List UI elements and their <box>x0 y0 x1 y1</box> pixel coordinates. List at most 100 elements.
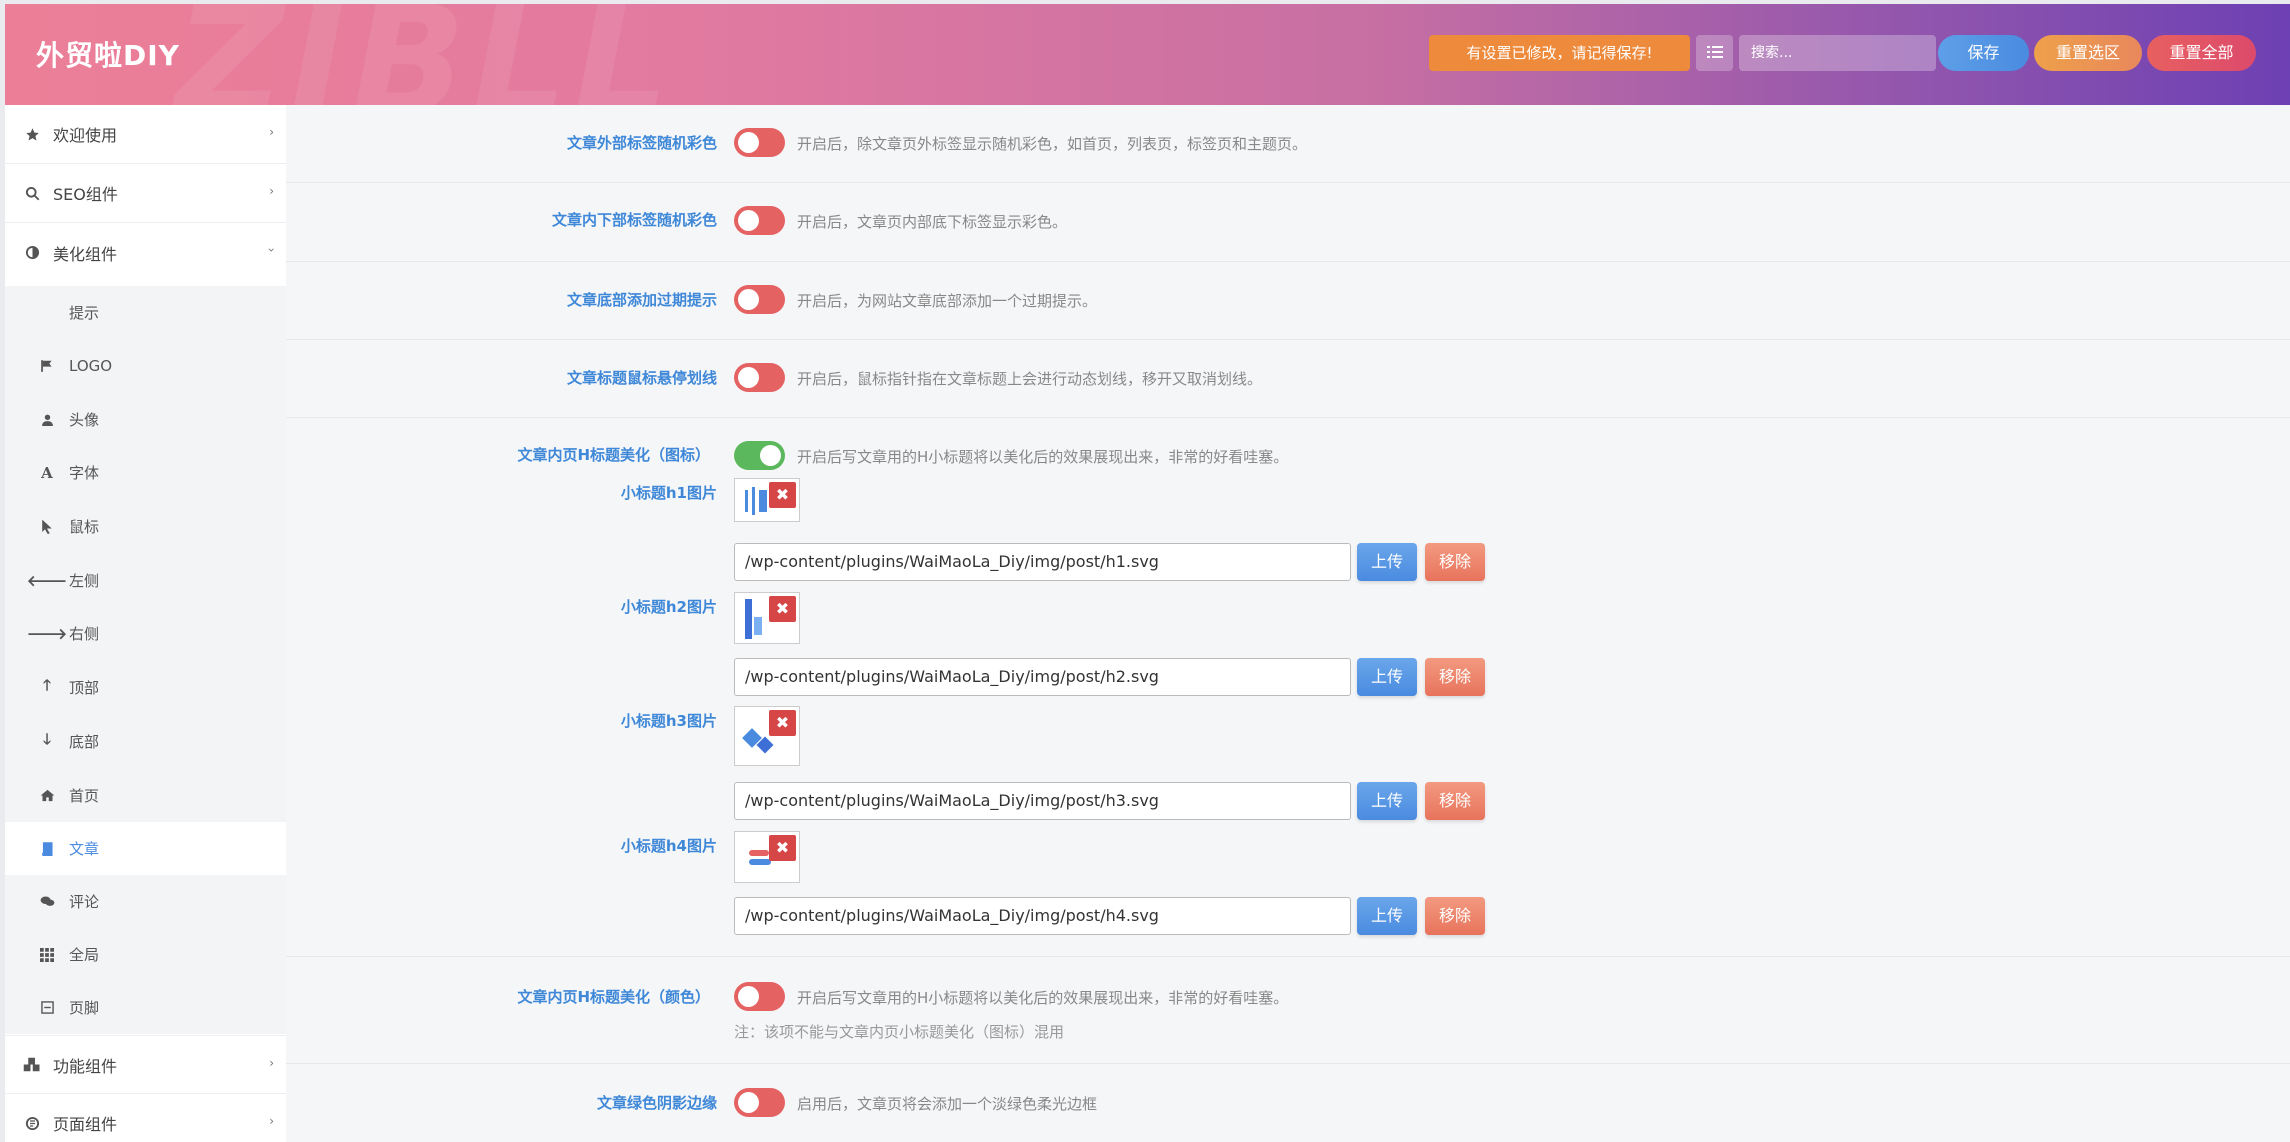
upload-button[interactable]: 上传 <box>1357 543 1417 581</box>
image-path-input[interactable]: /wp-content/plugins/WaiMaoLa_Diy/img/pos… <box>734 543 1351 581</box>
sidebar-submenu: 提示 LOGO 头像 A 字体 鼠标 🡐 左侧 🡒 右侧 🡑 顶部 🡓 底部 首页 <box>5 286 286 822</box>
image-path-input[interactable]: /wp-content/plugins/WaiMaoLa_Diy/img/pos… <box>734 782 1351 820</box>
sidebar-sub-avatar[interactable]: 头像 <box>5 393 286 446</box>
reset-all-button[interactable]: 重置全部 <box>2147 35 2256 71</box>
grid-icon <box>38 947 56 962</box>
sidebar-sub-label: 评论 <box>69 893 100 911</box>
search-input[interactable] <box>1739 35 1936 71</box>
sidebar-sub-label: 全局 <box>69 946 100 964</box>
sidebar-item-beautify[interactable]: 美化组件 › <box>5 223 286 282</box>
upload-button[interactable]: 上传 <box>1357 897 1417 935</box>
setting-label: 文章绿色阴影边缘 <box>596 1094 717 1112</box>
setting-row: 文章内页H标题美化（颜色） 开启后写文章用的H小标题将以美化后的效果展现出来，非… <box>286 957 2290 1064</box>
arrow-right-icon: 🡒 <box>26 625 68 643</box>
setting-row: 文章外部标签随机彩色 开启后，除文章页外标签显示随机彩色，如首页，列表页，标签页… <box>286 105 2290 183</box>
sidebar-sub-top[interactable]: 🡑 顶部 <box>5 661 286 714</box>
sidebar-sub-label: 鼠标 <box>69 518 100 536</box>
toggle-switch[interactable] <box>734 1088 785 1117</box>
sidebar-item-seo[interactable]: SEO组件 › <box>5 164 286 223</box>
user-icon <box>38 413 56 427</box>
remove-button[interactable]: 移除 <box>1425 658 1485 696</box>
sidebar-sub-bottom[interactable]: 🡓 底部 <box>5 715 286 768</box>
sidebar-item-label: 页面组件 <box>53 1115 118 1134</box>
upload-button[interactable]: 上传 <box>1357 658 1417 696</box>
remove-image-icon[interactable]: ✖ <box>769 835 796 861</box>
save-button[interactable]: 保存 <box>1938 35 2029 71</box>
sidebar-item-features[interactable]: 功能组件 › <box>5 1035 286 1094</box>
toggle-switch[interactable] <box>734 206 785 235</box>
remove-button[interactable]: 移除 <box>1425 543 1485 581</box>
sidebar-sub-label: 页脚 <box>69 999 100 1017</box>
top-header: ZIBLL 外贸啦DIY 有设置已修改，请记得保存! 保存 重置选区 重置全部 <box>5 4 2290 105</box>
reset-section-button[interactable]: 重置选区 <box>2034 35 2142 71</box>
sidebar-sub-footer[interactable]: 页脚 <box>5 981 286 1034</box>
toggle-switch[interactable] <box>734 285 785 314</box>
chevron-right-icon: › <box>269 1114 274 1128</box>
setting-label: 文章标题鼠标悬停划线 <box>566 369 717 387</box>
arrow-up-icon: 🡑 <box>43 676 51 694</box>
sidebar-sub-home[interactable]: 首页 <box>5 769 286 822</box>
remove-button[interactable]: 移除 <box>1425 782 1485 820</box>
upload-button[interactable]: 上传 <box>1357 782 1417 820</box>
setting-label: 文章内页H标题美化（颜色） <box>517 988 710 1006</box>
footer-icon <box>38 1001 56 1014</box>
setting-label: 文章内页H标题美化（图标） <box>517 446 710 464</box>
remove-button[interactable]: 移除 <box>1425 897 1485 935</box>
font-icon: A <box>41 463 53 482</box>
sidebar-sub-label: 右侧 <box>69 625 100 643</box>
setting-description: 开启后，为网站文章底部添加一个过期提示。 <box>797 292 1098 310</box>
sidebar-sub-label: 首页 <box>69 787 100 805</box>
book-icon <box>38 841 56 856</box>
sidebar: 欢迎使用 › SEO组件 › 美化组件 › 提示 LOGO 头像 A 字体 鼠标 … <box>5 105 286 1142</box>
sidebar-item-label: 功能组件 <box>53 1056 118 1076</box>
toggle-switch[interactable] <box>734 982 785 1011</box>
setting-description: 开启后写文章用的H小标题将以美化后的效果展现出来，非常的好看哇塞。 <box>797 448 1289 466</box>
sidebar-item-label: 美化组件 <box>53 244 118 264</box>
sidebar-sub-label: 左侧 <box>69 572 100 590</box>
arrow-down-icon: 🡓 <box>43 730 51 748</box>
setting-label: 文章底部添加过期提示 <box>566 291 717 309</box>
sidebar-sub-left[interactable]: 🡐 左侧 <box>5 554 286 607</box>
toggle-switch[interactable] <box>734 363 785 392</box>
toggle-switch[interactable] <box>734 128 785 157</box>
sidebar-sub-font[interactable]: A 字体 <box>5 446 286 499</box>
star-icon <box>22 127 42 142</box>
setting-row: 文章内页H标题美化（图标） 开启后写文章用的H小标题将以美化后的效果展现出来，非… <box>286 418 2290 957</box>
remove-image-icon[interactable]: ✖ <box>769 596 796 622</box>
settings-panel: 文章外部标签随机彩色 开启后，除文章页外标签显示随机彩色，如首页，列表页，标签页… <box>286 105 2290 1142</box>
unsaved-notice: 有设置已修改，请记得保存! <box>1429 35 1690 71</box>
app-frame: ZIBLL 外贸啦DIY 有设置已修改，请记得保存! 保存 重置选区 重置全部 … <box>5 4 2290 1142</box>
sidebar-sub-right[interactable]: 🡒 右侧 <box>5 607 286 660</box>
setting-note: 注：该项不能与文章内页小标题美化（图标）混用 <box>734 1023 1065 1041</box>
setting-label: 文章外部标签随机彩色 <box>566 134 717 152</box>
sidebar-sub-comments[interactable]: 评论 <box>5 875 286 928</box>
image-preview: ✖ <box>734 831 800 883</box>
toggle-switch[interactable] <box>734 441 785 470</box>
sidebar-sub-article[interactable]: 文章 <box>5 822 286 875</box>
remove-image-icon[interactable]: ✖ <box>769 710 796 736</box>
arrow-left-icon: 🡐 <box>26 572 68 590</box>
brand-title: 外贸啦DIY <box>36 39 180 72</box>
flag-icon <box>38 359 56 373</box>
setting-description: 开启后，文章页内部底下标签显示彩色。 <box>797 213 1068 231</box>
setting-row: 文章底部添加过期提示 开启后，为网站文章底部添加一个过期提示。 <box>286 262 2290 340</box>
sidebar-sub-cursor[interactable]: 鼠标 <box>5 500 286 553</box>
image-field-label: 小标题h4图片 <box>620 837 717 855</box>
setting-description: 开启后写文章用的H小标题将以美化后的效果展现出来，非常的好看哇塞。 <box>797 989 1289 1007</box>
sidebar-item-pages[interactable]: 页面组件 › <box>5 1094 286 1142</box>
header-watermark: ZIBLL <box>175 4 676 105</box>
sidebar-sub-tips[interactable]: 提示 <box>5 286 286 339</box>
setting-row: 文章标题鼠标悬停划线 开启后，鼠标指针指在文章标题上会进行动态划线，移开又取消划… <box>286 340 2290 418</box>
chevron-right-icon: › <box>269 184 274 198</box>
sidebar-sub-global[interactable]: 全局 <box>5 928 286 981</box>
expand-all-button[interactable] <box>1696 35 1733 71</box>
contrast-icon <box>22 245 42 260</box>
sidebar-sub-logo[interactable]: LOGO <box>5 339 286 392</box>
image-path-input[interactable]: /wp-content/plugins/WaiMaoLa_Diy/img/pos… <box>734 658 1351 696</box>
sidebar-item-welcome[interactable]: 欢迎使用 › <box>5 105 286 164</box>
sidebar-sub-label: 顶部 <box>69 679 100 697</box>
image-path-input[interactable]: /wp-content/plugins/WaiMaoLa_Diy/img/pos… <box>734 897 1351 935</box>
pointer-icon <box>38 519 56 534</box>
remove-image-icon[interactable]: ✖ <box>769 482 796 508</box>
comments-icon <box>38 895 56 908</box>
